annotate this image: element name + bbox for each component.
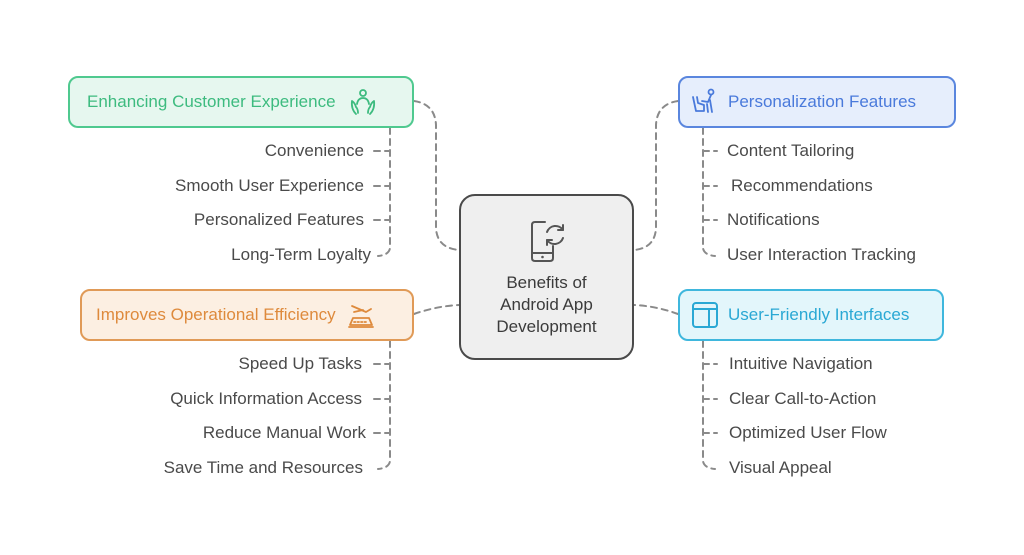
topic-label: Personalization Features: [728, 92, 917, 111]
topic-label: User-Friendly Interfaces: [728, 305, 910, 324]
subtopic-item[interactable]: Quick Information Access: [170, 388, 362, 410]
topic-operational-efficiency[interactable]: Improves Operational Efficiency: [80, 289, 414, 341]
subtopic-item[interactable]: Clear Call-to-Action: [729, 388, 876, 410]
connector-personalization: [633, 100, 679, 251]
spine-customer-experience: [377, 127, 391, 257]
subtopic-item[interactable]: Notifications: [727, 209, 820, 231]
subtopic-item[interactable]: Reduce Manual Work: [203, 422, 366, 444]
subtopic-item[interactable]: Recommendations: [731, 175, 873, 197]
subtopic-item[interactable]: Intuitive Navigation: [729, 353, 873, 375]
subtopic-item[interactable]: Speed Up Tasks: [239, 353, 362, 375]
connector-customer-experience: [413, 100, 460, 251]
spine-personalization: [702, 127, 716, 257]
subtopic-item[interactable]: Save Time and Resources: [164, 457, 363, 479]
person-chair-icon: [690, 87, 720, 117]
spine-operational-efficiency: [377, 340, 391, 470]
connector-user-friendly: [633, 304, 679, 315]
spine-user-friendly: [702, 340, 716, 470]
central-title: Benefits of Android App Development: [496, 273, 597, 336]
hands-person-icon: [348, 87, 378, 117]
subtopic-item[interactable]: Optimized User Flow: [729, 422, 887, 444]
subtopic-item[interactable]: Visual Appeal: [729, 457, 832, 479]
central-topic[interactable]: Benefits of Android App Development: [459, 194, 634, 360]
topic-label: Enhancing Customer Experience: [87, 92, 336, 111]
subtopic-item[interactable]: Content Tailoring: [727, 140, 854, 162]
layout-window-icon: [690, 300, 720, 330]
subtopic-item[interactable]: Long-Term Loyalty: [231, 244, 371, 266]
topic-user-friendly[interactable]: User-Friendly Interfaces: [678, 289, 944, 341]
topic-label: Improves Operational Efficiency: [96, 305, 336, 324]
subtopic-item[interactable]: Convenience: [265, 140, 364, 162]
mind-map-canvas: Benefits of Android App Development Enha…: [0, 0, 1024, 555]
subtopic-item[interactable]: Smooth User Experience: [175, 175, 364, 197]
topic-personalization[interactable]: Personalization Features: [678, 76, 956, 128]
subtopic-item[interactable]: Personalized Features: [194, 209, 364, 231]
connector-operational-efficiency: [413, 304, 460, 315]
airport-terminal-icon: [346, 300, 376, 330]
phone-sync-icon: [530, 221, 564, 262]
subtopic-item[interactable]: User Interaction Tracking: [727, 244, 916, 266]
topic-customer-experience[interactable]: Enhancing Customer Experience: [68, 76, 414, 128]
